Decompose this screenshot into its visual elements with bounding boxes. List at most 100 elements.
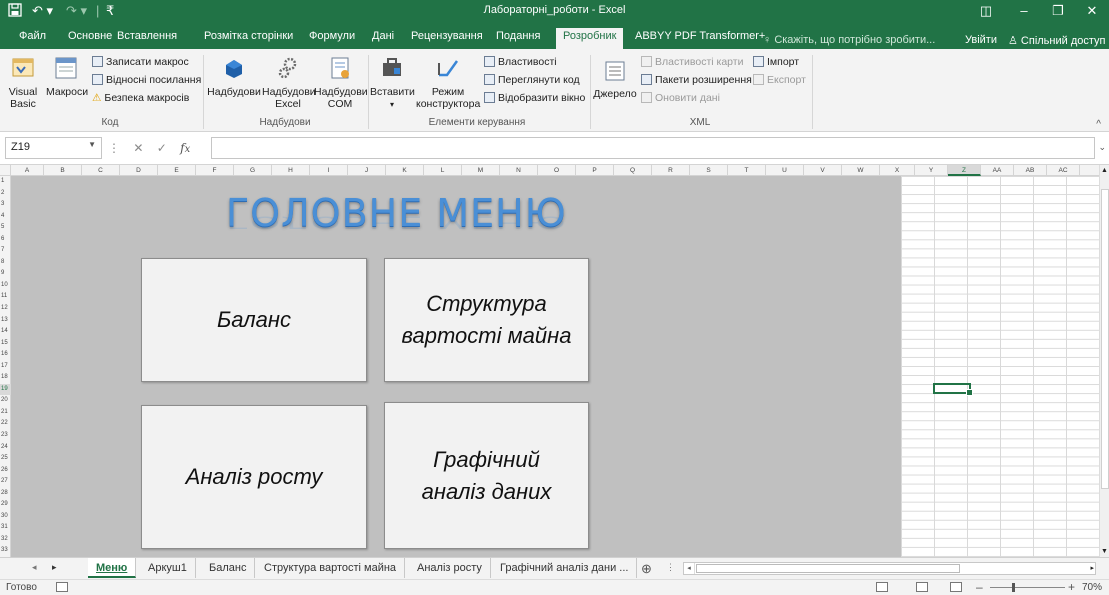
sheet-tab-growth[interactable]: Аналіз росту (409, 558, 491, 578)
column-header[interactable]: X (880, 165, 915, 176)
row-header[interactable]: 21 (0, 407, 11, 419)
restore-button[interactable]: ❐ (1044, 2, 1072, 20)
page-layout-view-icon[interactable] (916, 582, 928, 592)
zoom-out-icon[interactable]: – (976, 580, 983, 594)
row-header[interactable]: 16 (0, 349, 11, 361)
row-header[interactable]: 28 (0, 488, 11, 500)
prev-sheet-icon[interactable]: ◂ (32, 562, 37, 573)
row-header[interactable]: 6 (0, 234, 11, 246)
row-header[interactable]: 26 (0, 465, 11, 477)
row-header[interactable]: 13 (0, 315, 11, 327)
column-header[interactable]: G (234, 165, 272, 176)
column-header[interactable]: I (310, 165, 348, 176)
row-header[interactable]: 1 (0, 176, 11, 188)
insert-control-button[interactable]: Вставити ▾ (370, 55, 415, 111)
column-header[interactable]: P (576, 165, 614, 176)
row-header[interactable]: 29 (0, 499, 11, 511)
addins-button[interactable]: Надбудови (207, 55, 261, 98)
import-button[interactable]: Імпорт (753, 55, 799, 69)
column-header[interactable]: U (766, 165, 804, 176)
vertical-scroll-thumb[interactable] (1101, 189, 1109, 489)
row-header[interactable]: 30 (0, 511, 11, 523)
export-button[interactable]: Експорт (753, 73, 806, 87)
tab-abbyy[interactable]: ABBYY PDF Transformer+ (628, 28, 772, 49)
visual-basic-button[interactable]: Visual Basic (2, 55, 44, 110)
column-header[interactable]: A (11, 165, 44, 176)
column-header[interactable]: E (158, 165, 196, 176)
scroll-up-icon[interactable]: ▲ (1101, 167, 1108, 174)
row-header[interactable]: 12 (0, 303, 11, 315)
tab-insert[interactable]: Вставлення (110, 28, 184, 49)
column-header[interactable]: AA (981, 165, 1014, 176)
row-header[interactable]: 18 (0, 372, 11, 384)
tab-page-layout[interactable]: Розмітка сторінки (197, 28, 300, 49)
row-header[interactable]: 20 (0, 395, 11, 407)
expansion-packs-button[interactable]: Пакети розширення (641, 73, 752, 87)
column-header[interactable]: L (424, 165, 462, 176)
view-code-button[interactable]: Переглянути код (484, 73, 580, 87)
macro-recording-icon[interactable] (56, 582, 68, 592)
row-header[interactable]: 9 (0, 268, 11, 280)
tab-formulas[interactable]: Формули (302, 28, 362, 49)
row-header[interactable]: 25 (0, 453, 11, 465)
row-header[interactable]: 11 (0, 291, 11, 303)
row-header[interactable]: 19 (0, 383, 11, 396)
row-header[interactable]: 33 (0, 545, 11, 557)
sheet-tab-menu[interactable]: Меню (88, 558, 137, 578)
minimize-button[interactable]: – (1010, 2, 1038, 20)
column-header[interactable]: C (82, 165, 120, 176)
row-header[interactable]: 8 (0, 257, 11, 269)
column-header[interactable]: W (842, 165, 880, 176)
cost-structure-button[interactable]: Структура вартості майна (384, 258, 589, 382)
growth-analysis-button[interactable]: Аналіз росту (141, 405, 367, 549)
column-header[interactable]: J (348, 165, 386, 176)
cell-grid[interactable] (901, 176, 1099, 557)
active-cell[interactable] (933, 383, 973, 396)
cancel-icon[interactable]: ✕ (133, 141, 143, 155)
row-header[interactable]: 5 (0, 222, 11, 234)
share-button[interactable]: ♙ Спільний доступ (1008, 34, 1106, 47)
formula-input[interactable] (211, 137, 1095, 159)
xml-source-button[interactable]: Джерело (592, 59, 638, 100)
column-header[interactable]: M (462, 165, 500, 176)
column-header[interactable]: B (44, 165, 82, 176)
column-header[interactable]: K (386, 165, 424, 176)
tab-view[interactable]: Подання (489, 28, 547, 49)
row-header[interactable]: 22 (0, 418, 11, 430)
refresh-data-button[interactable]: Оновити дані (641, 91, 720, 105)
scroll-left-icon[interactable]: ◂ (684, 563, 695, 574)
ribbon-display-options-icon[interactable]: ◫ (972, 2, 1000, 20)
sign-in-link[interactable]: Увійти (965, 34, 997, 46)
balance-button[interactable]: Баланс (141, 258, 367, 382)
column-header[interactable]: S (690, 165, 728, 176)
macro-security-button[interactable]: ⚠ Безпека макросів (92, 91, 189, 105)
properties-button[interactable]: Властивості (484, 55, 557, 69)
normal-view-icon[interactable] (876, 582, 888, 592)
run-dialog-button[interactable]: Відобразити вікно (484, 91, 585, 105)
record-macro-button[interactable]: Записати макрос (92, 55, 189, 69)
column-header[interactable]: Z (948, 165, 981, 176)
zoom-slider-knob[interactable] (1012, 583, 1015, 592)
horizontal-scroll-thumb[interactable] (696, 564, 960, 573)
map-properties-button[interactable]: Властивості карти (641, 55, 743, 69)
select-all-corner[interactable] (0, 165, 11, 176)
scroll-right-icon[interactable]: ▸ (1090, 563, 1094, 574)
graphical-analysis-button[interactable]: Графічний аналіз даних (384, 402, 589, 549)
tab-developer[interactable]: Розробник (556, 28, 624, 49)
column-header[interactable]: Q (614, 165, 652, 176)
insert-function-icon[interactable]: fx (180, 141, 190, 155)
close-button[interactable]: ✕ (1078, 2, 1106, 20)
zoom-slider[interactable] (990, 583, 1065, 592)
enter-icon[interactable]: ✓ (157, 141, 167, 155)
sheet-tab-balance[interactable]: Баланс (201, 558, 256, 578)
row-header[interactable]: 2 (0, 188, 11, 200)
horizontal-scrollbar[interactable]: ◂ ▸ (683, 562, 1096, 575)
row-header[interactable]: 27 (0, 476, 11, 488)
row-header[interactable]: 7 (0, 245, 11, 257)
tell-me-box[interactable]: ♀ Скажіть, що потрібно зробити... (763, 34, 935, 46)
next-sheet-icon[interactable]: ▸ (52, 562, 57, 573)
row-header[interactable]: 17 (0, 361, 11, 373)
row-header[interactable]: 10 (0, 280, 11, 292)
vertical-scrollbar[interactable]: ▲ ▼ (1099, 165, 1109, 557)
tab-data[interactable]: Дані (365, 28, 401, 49)
